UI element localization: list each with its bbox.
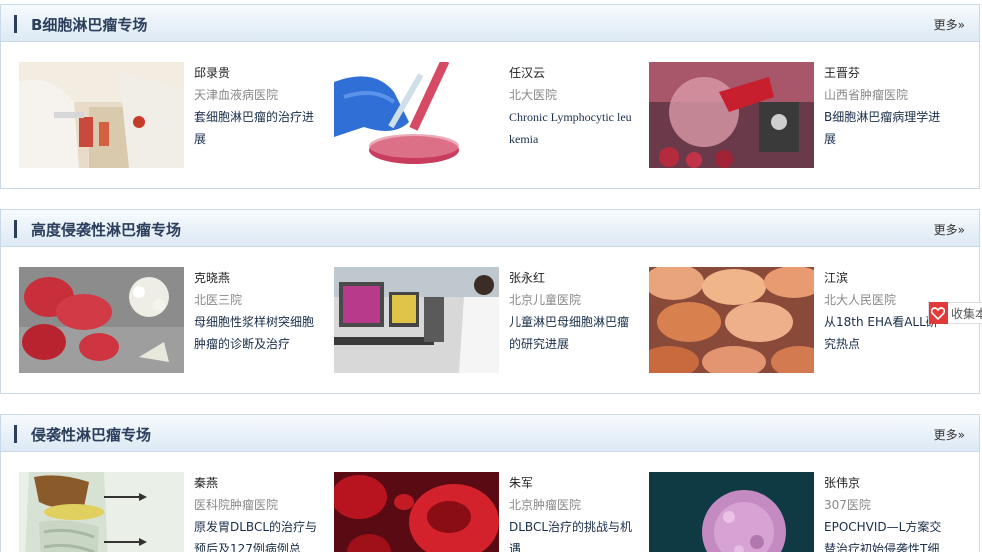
lecture-card[interactable]: 张永红 北京儿童医院 儿童淋巴母细胞淋巴瘤的研究进展 [334,267,634,373]
title-bar-decoration [14,15,17,33]
speaker-name[interactable]: 任汉云 [509,62,634,84]
speaker-hospital: 天津血液病医院 [194,88,279,102]
speaker-hospital: 北医三院 [194,293,243,307]
lecture-topic-link[interactable]: 套细胞淋巴瘤的治疗进展 [194,106,319,150]
petri-dishes-image[interactable] [649,267,814,373]
speaker-hospital: 307医院 [824,498,871,512]
more-link[interactable]: 更多» [934,221,965,238]
red-cells-image[interactable] [334,472,499,552]
lecture-card[interactable]: 王晋芬 山西省肿瘤医院 B细胞淋巴瘤病理学进展 [649,62,949,168]
more-link[interactable]: 更多» [934,426,965,443]
section-title: 高度侵袭性淋巴瘤专场 [31,221,182,239]
lecture-topic-link[interactable]: 儿童淋巴母细胞淋巴瘤的研究进展 [509,311,634,355]
lecture-topic-link[interactable]: 原发胃DLBCL的治疗与预后及127例病例总 [194,516,319,552]
lymphocyte-image[interactable] [649,472,814,552]
lecture-topic-link[interactable]: DLBCL治疗的挑战与机遇 [509,516,634,552]
speaker-name[interactable]: 张永红 [509,267,634,289]
lecture-card[interactable]: 江滨 北大人民医院 从18th EHA看ALL研究热点 [649,267,949,373]
section-aggressive-lymphoma: 侵袭性淋巴瘤专场 更多» 秦燕 医科院肿瘤医院 原发胃DLBCL的治疗与预后及1… [0,414,980,552]
lecture-topic-link[interactable]: 母细胞性浆样树突细胞肿瘤的诊断及治疗 [194,311,319,355]
speaker-name[interactable]: 秦燕 [194,472,319,494]
lab-flask-image[interactable] [649,62,814,168]
lecture-card[interactable]: 克晓燕 北医三院 母细胞性浆样树突细胞肿瘤的诊断及治疗 [19,267,319,373]
speaker-hospital: 北大医院 [509,88,558,102]
speaker-hospital: 北京儿童医院 [509,293,582,307]
lecture-topic-link[interactable]: B细胞淋巴瘤病理学进展 [824,106,949,150]
more-link[interactable]: 更多» [934,16,965,33]
speaker-name[interactable]: 克晓燕 [194,267,319,289]
lecture-card[interactable]: 任汉云 北大医院 Chronic Lymphocytic leukemia [334,62,634,168]
section-header: 侵袭性淋巴瘤专场 更多» [1,415,979,452]
lab-workers-image[interactable] [19,62,184,168]
lecture-card[interactable]: 秦燕 医科院肿瘤医院 原发胃DLBCL的治疗与预后及127例病例总 [19,472,319,552]
anatomy-chart-image[interactable] [19,472,184,552]
title-bar-decoration [14,220,17,238]
section-header: B细胞淋巴瘤专场 更多» [1,5,979,42]
favorite-widget[interactable]: 收集本 [928,302,982,324]
lecture-topic-link[interactable]: EPOCHVID—L方案交替治疗初始侵袭性T细 [824,516,949,552]
section-highly-aggressive-lymphoma: 高度侵袭性淋巴瘤专场 更多» 克晓燕 北医三院 母细胞性浆样树突细胞肿瘤的诊断及… [0,209,980,394]
section-title: 侵袭性淋巴瘤专场 [31,426,152,444]
lecture-card[interactable]: 张伟京 307医院 EPOCHVID—L方案交替治疗初始侵袭性T细 [649,472,949,552]
heart-icon[interactable] [929,302,948,324]
blood-cells-image[interactable] [19,267,184,373]
speaker-name[interactable]: 王晋芬 [824,62,949,84]
lecture-card[interactable]: 朱军 北京肿瘤医院 DLBCL治疗的挑战与机遇 [334,472,634,552]
section-b-cell-lymphoma: B细胞淋巴瘤专场 更多» 邱录贵 天津血液病医院 套细胞淋巴瘤的治疗进展 任汉云… [0,4,980,189]
speaker-name[interactable]: 江滨 [824,267,949,289]
speaker-name[interactable]: 朱军 [509,472,634,494]
favorite-label[interactable]: 收集本 [948,305,982,322]
speaker-name[interactable]: 张伟京 [824,472,949,494]
section-header: 高度侵袭性淋巴瘤专场 更多» [1,210,979,247]
lecture-card[interactable]: 邱录贵 天津血液病医院 套细胞淋巴瘤的治疗进展 [19,62,319,168]
speaker-hospital: 北京肿瘤医院 [509,498,582,512]
section-title: B细胞淋巴瘤专场 [31,16,148,34]
speaker-hospital: 医科院肿瘤医院 [194,498,279,512]
speaker-hospital: 山西省肿瘤医院 [824,88,909,102]
lecture-topic-link[interactable]: Chronic Lymphocytic leukemia [509,106,634,150]
lab-microscope-image[interactable] [334,267,499,373]
pipette-petri-image[interactable] [334,62,499,168]
speaker-name[interactable]: 邱录贵 [194,62,319,84]
title-bar-decoration [14,425,17,443]
